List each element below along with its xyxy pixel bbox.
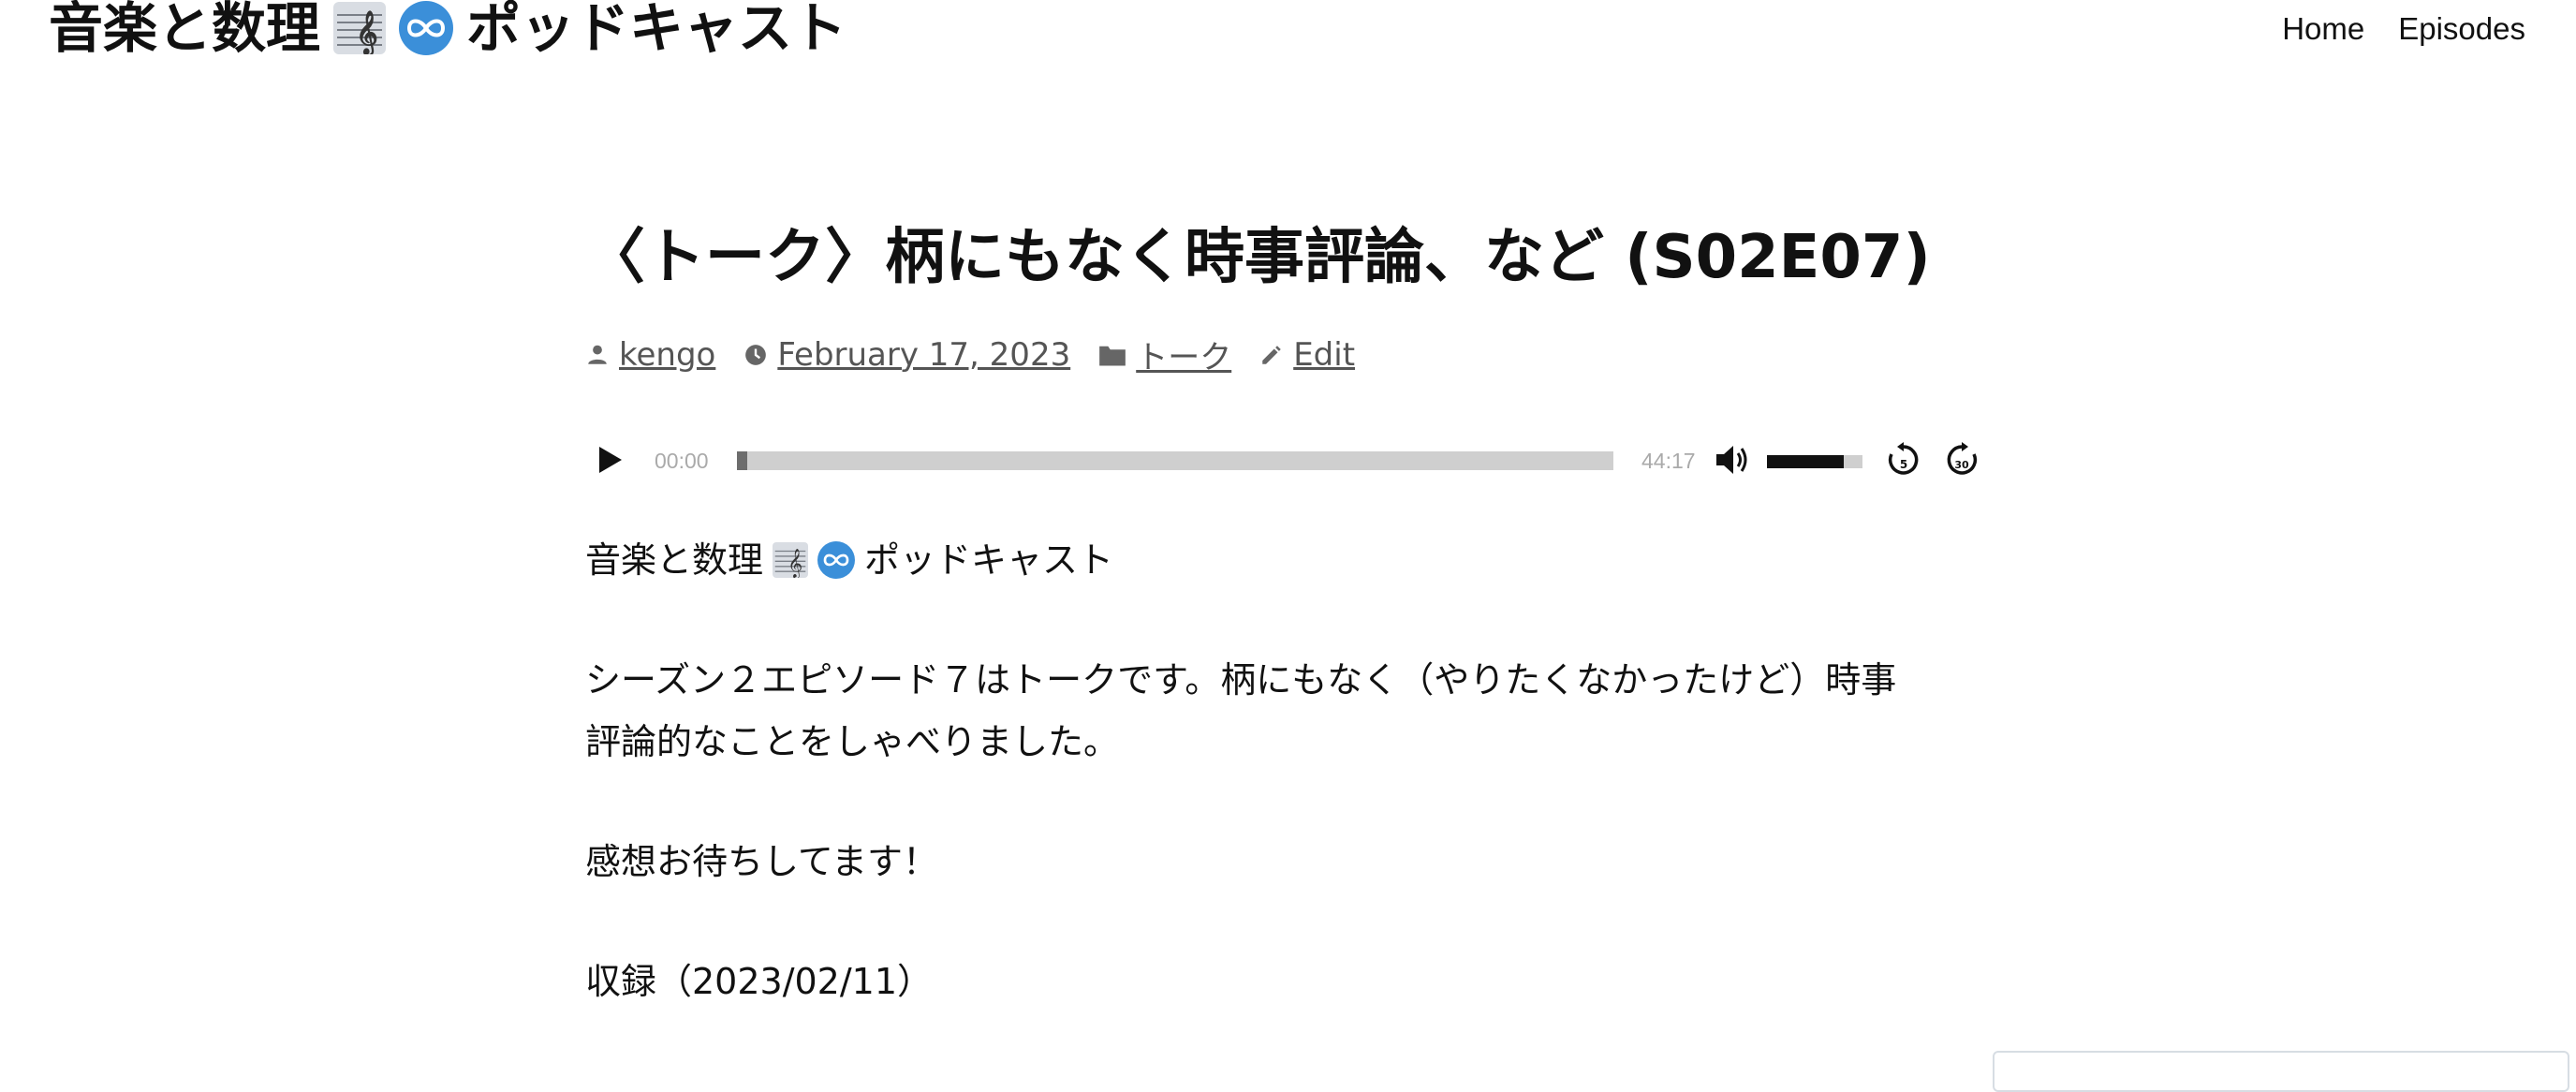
current-time: 00:00	[655, 449, 709, 473]
author-link[interactable]: kengo	[619, 336, 715, 374]
volume-slider-fill	[1767, 455, 1844, 468]
episode-content: 音楽と数理 𝄞 ポッドキャスト シーズン２エピソード７はトークです。柄にもなく（…	[585, 529, 1980, 1012]
infinity-icon	[399, 1, 454, 55]
podcast-name-prefix: 音楽と数理	[585, 539, 764, 581]
folder-icon	[1099, 346, 1126, 366]
svg-text:𝄞: 𝄞	[356, 10, 378, 54]
fast-forward-icon: 30	[1947, 442, 1978, 475]
floating-widget[interactable]	[1993, 1051, 2569, 1092]
podcast-name-suffix: ポッドキャスト	[864, 539, 1114, 581]
nav-home-link[interactable]: Home	[2282, 11, 2364, 47]
mute-button[interactable]	[1715, 443, 1752, 480]
site-title-text: 音楽と数理	[49, 0, 321, 60]
skip-forward-button[interactable]: 30	[1943, 441, 1980, 482]
progress-bar[interactable]	[737, 451, 1613, 470]
musical-score-icon: 𝄞	[333, 2, 387, 54]
total-time: 44:17	[1641, 449, 1696, 473]
entry-meta: kengo February 17, 2023 トーク Edit	[585, 332, 1980, 377]
feedback-paragraph: 感想お待ちしてます！	[585, 841, 938, 882]
volume-slider[interactable]	[1767, 455, 1862, 468]
main-nav: Home Episodes	[2282, 11, 2525, 47]
podcast-name-line: 音楽と数理 𝄞 ポッドキャスト	[585, 529, 1980, 591]
speaker-icon	[1716, 446, 1747, 474]
svg-text:𝄞: 𝄞	[788, 548, 802, 578]
skip-back-button[interactable]: 5	[1885, 441, 1922, 482]
nav-episodes-link[interactable]: Episodes	[2398, 11, 2525, 47]
clock-icon	[745, 344, 767, 365]
episode-article: 〈トーク〉柄にもなく時事評論、など (S02E07) kengo Februar…	[585, 215, 1980, 1070]
meta-date: February 17, 2023	[743, 336, 1070, 374]
progress-bar-fill	[737, 451, 748, 470]
edit-link[interactable]: Edit	[1293, 336, 1355, 374]
person-icon	[588, 345, 607, 364]
description-line-2: 評論的なことをしゃべりました。	[585, 721, 1120, 762]
site-header: 音楽と数理 𝄞 ポッドキャスト Home Episodes	[0, 0, 2576, 84]
play-icon	[599, 447, 622, 473]
pencil-icon	[1262, 345, 1281, 364]
category-link[interactable]: トーク	[1136, 332, 1231, 377]
infinity-icon	[817, 541, 856, 579]
site-title-suffix: ポッドキャスト	[466, 0, 847, 60]
rewind-icon: 5	[1888, 442, 1919, 475]
date-link[interactable]: February 17, 2023	[777, 336, 1070, 374]
play-button[interactable]	[593, 443, 626, 480]
meta-author: kengo	[585, 336, 715, 374]
episode-title: 〈トーク〉柄にもなく時事評論、など (S02E07)	[585, 223, 1931, 292]
audio-player: 00:00 44:17 5 30	[585, 432, 1980, 488]
description-line-1: シーズン２エピソード７はトークです。柄にもなく（やりたくなかったけど）時事	[585, 659, 1897, 701]
site-title[interactable]: 音楽と数理 𝄞 ポッドキャスト	[49, 0, 846, 66]
skip-back-seconds: 5	[1900, 458, 1907, 471]
description-paragraph: シーズン２エピソード７はトークです。柄にもなく（やりたくなかったけど）時事 評論…	[585, 649, 1980, 773]
musical-score-icon: 𝄞	[773, 542, 809, 578]
meta-edit: Edit	[1259, 336, 1355, 374]
skip-forward-seconds: 30	[1954, 459, 1969, 471]
recording-date-paragraph: 収録（2023/02/11）	[585, 961, 934, 1002]
meta-category: トーク	[1098, 332, 1231, 377]
